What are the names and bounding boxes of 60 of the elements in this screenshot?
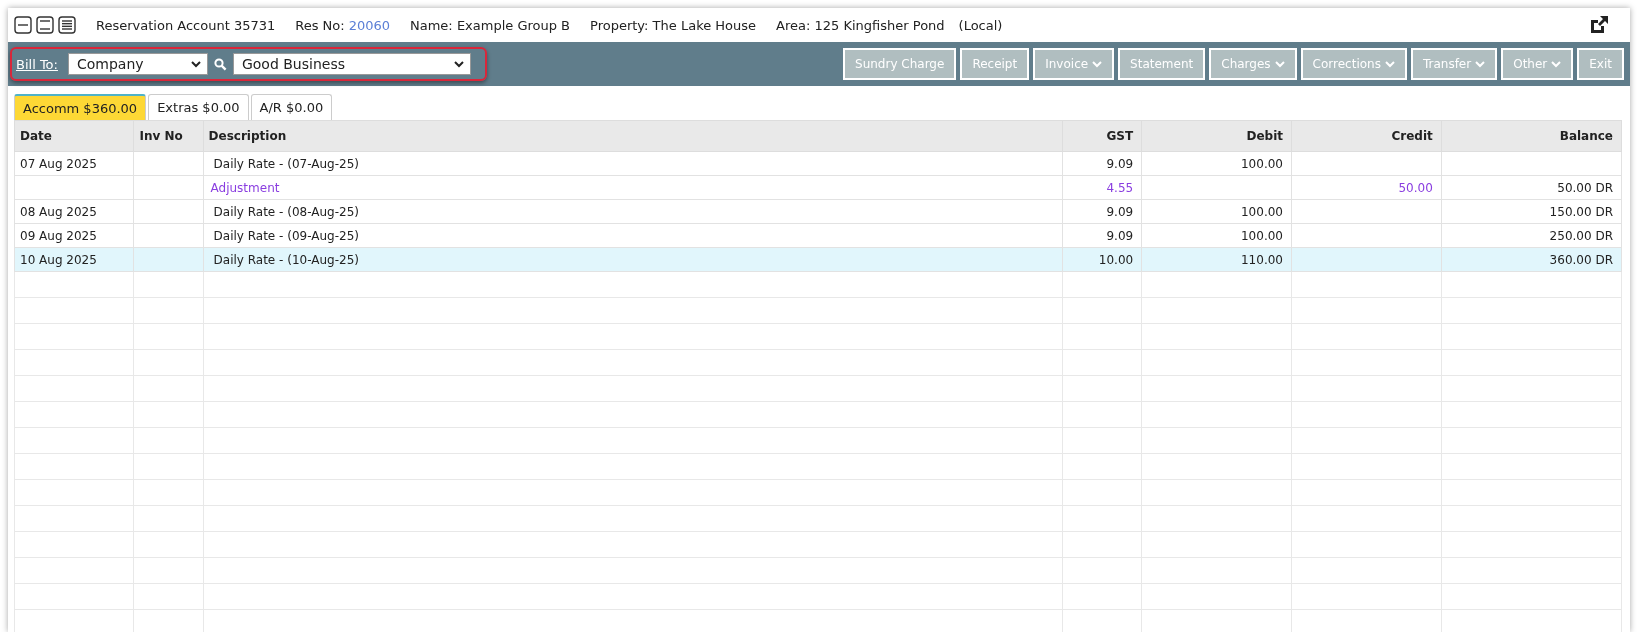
- ledger-row[interactable]: 10 Aug 2025 Daily Rate - (10-Aug-25) 10.00 110.00 360.00 DR: [14, 247, 1622, 272]
- lines-icon[interactable]: [36, 16, 54, 34]
- account-select[interactable]: Good Business: [232, 53, 471, 75]
- bill-type-select[interactable]: Company: [67, 53, 208, 75]
- column-header: Balance: [1441, 120, 1622, 152]
- guest-name: Name: Example Group B: [410, 17, 571, 33]
- table-cell: 50.00: [1291, 175, 1442, 200]
- area-name: Area: 125 Kingfisher Pond: [776, 17, 945, 33]
- column-header: Debit: [1141, 120, 1292, 152]
- column-header: Date: [14, 120, 134, 152]
- lines-icon[interactable]: [58, 16, 76, 34]
- res-no-link[interactable]: 20060: [348, 17, 390, 33]
- table-cell: 100.00: [1141, 223, 1292, 248]
- chevron-down-icon: [453, 60, 464, 68]
- table-cell: 9.09: [1062, 199, 1142, 224]
- chevron-down-icon: [1274, 60, 1285, 68]
- chevron-down-icon: [1384, 60, 1395, 68]
- table-cell: 250.00 DR: [1441, 223, 1622, 248]
- column-header: Description: [203, 120, 1063, 152]
- chevron-down-icon: [1475, 60, 1486, 68]
- account-title: Reservation Account 35731: [96, 17, 276, 33]
- lines-icon[interactable]: [14, 16, 32, 34]
- table-cell: Daily Rate - (08-Aug-25): [203, 199, 1063, 224]
- ledger-row[interactable]: 09 Aug 2025 Daily Rate - (09-Aug-25) 9.09 100.00 250.00 DR: [14, 223, 1622, 248]
- chevron-down-icon: [1092, 60, 1103, 68]
- table-cell: Daily Rate - (10-Aug-25): [203, 247, 1063, 272]
- column-header: Inv No: [133, 120, 204, 152]
- table-cell: 07 Aug 2025: [14, 151, 134, 176]
- ledger-tab[interactable]: Extras $0.00: [148, 94, 249, 120]
- table-cell: 10 Aug 2025: [14, 247, 134, 272]
- table-cell: 100.00: [1141, 151, 1292, 176]
- table-cell: 100.00: [1141, 199, 1292, 224]
- table-cell: 10.00: [1062, 247, 1142, 272]
- table-cell: 360.00 DR: [1441, 247, 1622, 272]
- ledger-row[interactable]: Adjustment 4.55 50.00 50.00 DR: [14, 175, 1622, 200]
- column-header: Credit: [1291, 120, 1442, 152]
- chevron-down-icon: [190, 60, 201, 68]
- bill-to-link[interactable]: Bill To:: [16, 56, 58, 72]
- table-cell: 150.00 DR: [1441, 199, 1622, 224]
- res-no-label: Res No:: [295, 17, 345, 33]
- property-name: Property: The Lake House: [590, 17, 757, 33]
- table-cell: Daily Rate - (09-Aug-25): [203, 223, 1063, 248]
- locality-label: (Local): [958, 17, 1003, 33]
- table-cell: 4.55: [1062, 175, 1142, 200]
- ledger-row[interactable]: 07 Aug 2025 Daily Rate - (07-Aug-25) 9.09 100.00: [14, 151, 1622, 176]
- table-cell: 50.00 DR: [1441, 175, 1622, 200]
- ledger-row[interactable]: 08 Aug 2025 Daily Rate - (08-Aug-25) 9.09 100.00 150.00 DR: [14, 199, 1622, 224]
- table-cell: Adjustment: [203, 175, 1063, 200]
- table-cell: Daily Rate - (07-Aug-25): [203, 151, 1063, 176]
- table-cell: 9.09: [1062, 151, 1142, 176]
- chevron-down-icon: [1551, 60, 1562, 68]
- ledger-tab[interactable]: A/R $0.00: [250, 94, 333, 120]
- table-cell: 08 Aug 2025: [14, 199, 134, 224]
- external-link-icon[interactable]: [1588, 14, 1610, 36]
- table-cell: 110.00: [1141, 247, 1292, 272]
- search-icon[interactable]: [213, 57, 227, 71]
- table-cell: 09 Aug 2025: [14, 223, 134, 248]
- ledger-tab[interactable]: Accomm $360.00: [14, 94, 147, 120]
- column-header: GST: [1062, 120, 1142, 152]
- table-cell: 9.09: [1062, 223, 1142, 248]
